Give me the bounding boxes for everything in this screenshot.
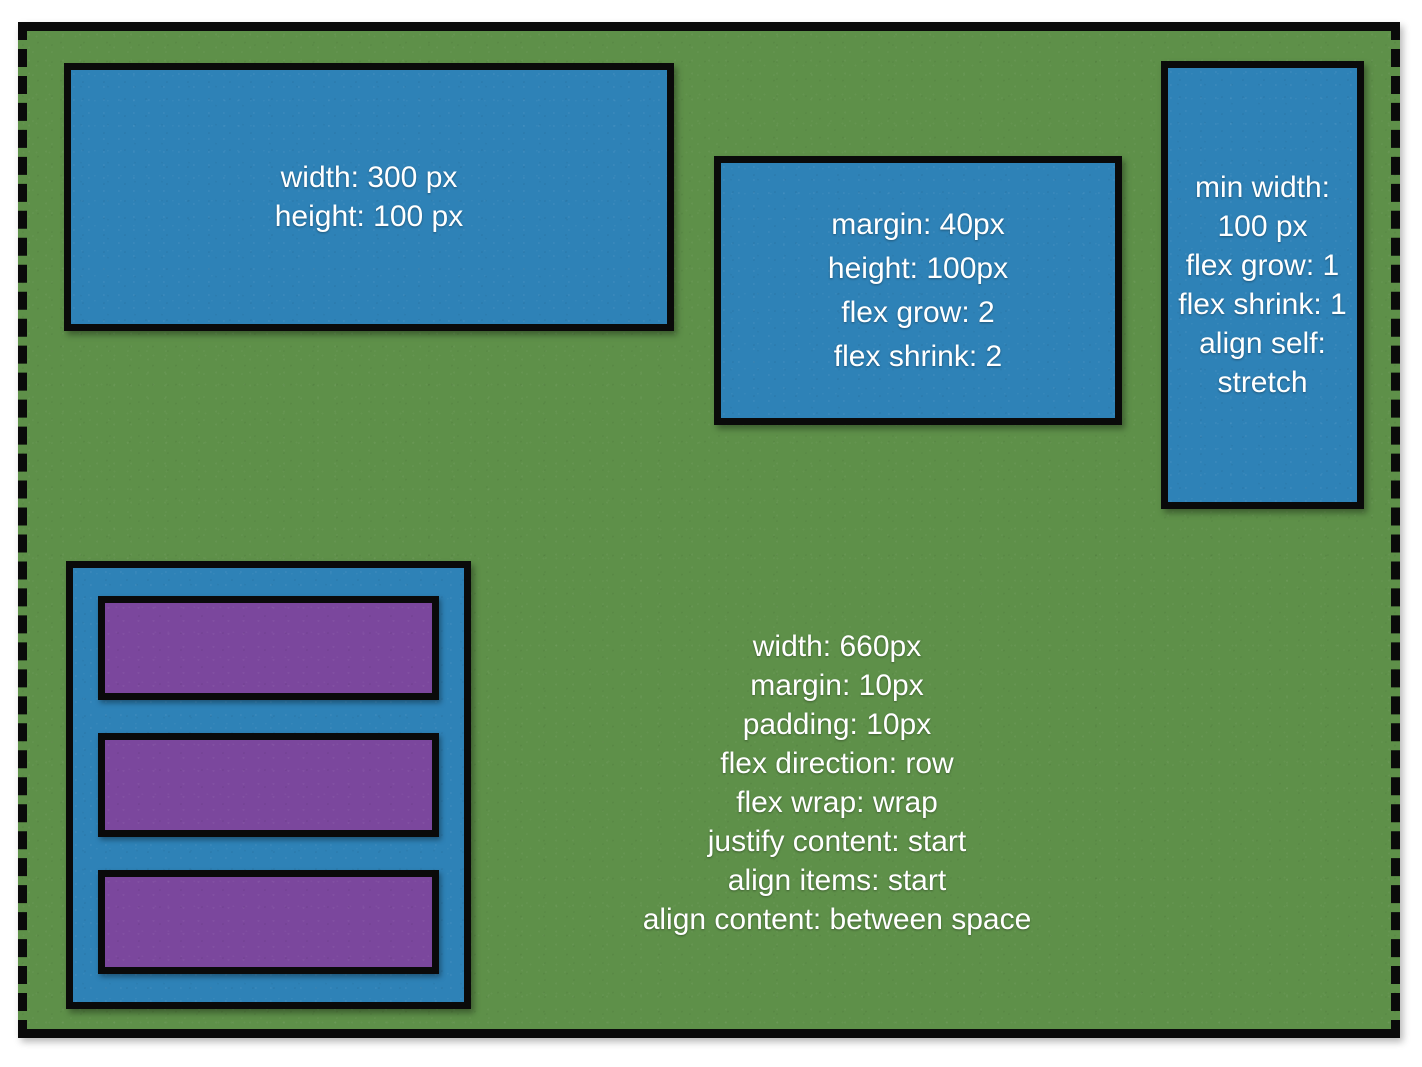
container-property-0: width: 660px (752, 630, 922, 663)
item-three-property-2: flex grow: 1 (1185, 249, 1340, 282)
item-two-property-3: flex shrink: 2 (833, 339, 1003, 373)
item-two-property-0: margin: 40px (831, 207, 1005, 241)
nested-flex-container[interactable] (66, 561, 471, 1009)
container-property-3: flex direction: row (720, 747, 954, 780)
container-property-6: align items: start (727, 864, 947, 897)
container-property-2: padding: 10px (742, 708, 932, 741)
item-two-property-1: height: 100px (827, 251, 1009, 285)
item-one-property-1: height: 100 px (274, 200, 464, 233)
flex-container: width: 300 px height: 100 px margin: 40p… (18, 22, 1400, 1038)
nested-item-1[interactable] (98, 596, 439, 700)
item-two-property-2: flex grow: 2 (841, 295, 995, 329)
diagram-canvas: width: 300 px height: 100 px margin: 40p… (0, 0, 1422, 1067)
container-property-1: margin: 10px (750, 669, 924, 702)
nested-item-2[interactable] (98, 733, 439, 837)
flex-item-one[interactable]: width: 300 px height: 100 px (64, 63, 674, 331)
flex-item-three[interactable]: min width: 100 px flex grow: 1 flex shri… (1161, 61, 1364, 509)
container-property-4: flex wrap: wrap (736, 786, 938, 819)
item-three-property-5: stretch (1217, 366, 1308, 399)
container-properties-caption: width: 660px margin: 10px padding: 10px … (487, 627, 1187, 939)
item-three-property-3: flex shrink: 1 (1178, 288, 1347, 321)
item-three-property-4: align self: (1199, 327, 1326, 360)
item-three-property-0: min width: (1194, 171, 1331, 204)
flex-item-two[interactable]: margin: 40px height: 100px flex grow: 2 … (714, 156, 1122, 425)
item-three-property-1: 100 px (1217, 210, 1308, 243)
container-property-5: justify content: start (707, 825, 967, 858)
item-one-property-0: width: 300 px (280, 161, 458, 194)
container-property-7: align content: between space (642, 903, 1032, 936)
nested-item-3[interactable] (98, 870, 439, 974)
